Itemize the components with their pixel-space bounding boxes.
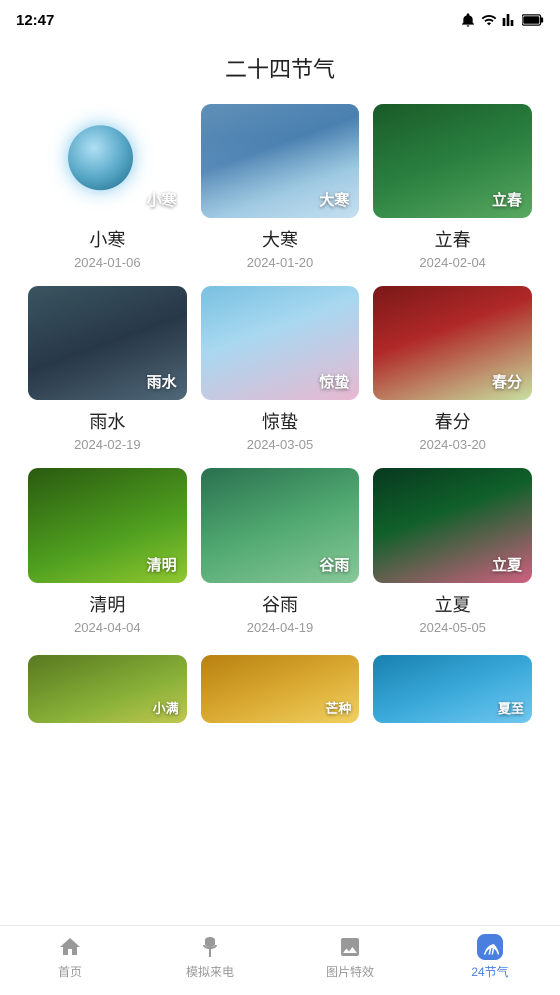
effects-icon	[337, 934, 363, 960]
partial-label-小满: 小满	[153, 698, 179, 717]
bottom-nav: 首页 模拟来电 图片特效 24节气	[0, 925, 560, 995]
card-label-大寒: 大寒	[319, 189, 349, 210]
main-grid: 小寒 小寒 2024-01-06 大寒 大寒 2024-01-20 立春 立春 …	[0, 104, 560, 655]
grid-item-立春[interactable]: 立春 立春 2024-02-04	[373, 104, 532, 270]
item-name-惊蛰: 惊蛰	[262, 408, 298, 434]
item-date-大寒: 2024-01-20	[247, 255, 314, 270]
card-image-谷雨[interactable]: 谷雨	[201, 468, 360, 582]
grid-item-谷雨[interactable]: 谷雨 谷雨 2024-04-19	[201, 468, 360, 634]
home-icon	[57, 934, 83, 960]
card-image-清明[interactable]: 清明	[28, 468, 187, 582]
grid-item-雨水[interactable]: 雨水 雨水 2024-02-19	[28, 286, 187, 452]
card-label-谷雨: 谷雨	[319, 554, 349, 575]
grid-item-清明[interactable]: 清明 清明 2024-04-04	[28, 468, 187, 634]
page-title: 二十四节气	[0, 36, 560, 104]
card-label-立春: 立春	[492, 189, 522, 210]
jieqi-icon	[477, 934, 503, 960]
partial-label-芒种: 芒种	[325, 698, 351, 717]
item-date-清明: 2024-04-04	[74, 620, 141, 635]
partial-item-夏至[interactable]: 夏至	[373, 655, 532, 723]
item-date-小寒: 2024-01-06	[74, 255, 141, 270]
partial-row: 小满 芒种 夏至	[0, 655, 560, 723]
partial-image-夏至[interactable]: 夏至	[373, 655, 532, 723]
card-image-小寒[interactable]: 小寒	[28, 104, 187, 218]
partial-item-小满[interactable]: 小满	[28, 655, 187, 723]
card-image-惊蛰[interactable]: 惊蛰	[201, 286, 360, 400]
item-name-立春: 立春	[435, 226, 471, 252]
card-image-大寒[interactable]: 大寒	[201, 104, 360, 218]
signal-icon	[502, 12, 518, 28]
item-name-雨水: 雨水	[89, 408, 125, 434]
card-image-雨水[interactable]: 雨水	[28, 286, 187, 400]
nav-home[interactable]: 首页	[0, 934, 140, 980]
nav-jieqi-label: 24节气	[471, 963, 508, 980]
item-date-谷雨: 2024-04-19	[247, 620, 314, 635]
card-image-立夏[interactable]: 立夏	[373, 468, 532, 582]
card-label-立夏: 立夏	[492, 554, 522, 575]
nav-effects[interactable]: 图片特效	[280, 934, 420, 980]
card-label-春分: 春分	[492, 371, 522, 392]
nav-simulate[interactable]: 模拟来电	[140, 934, 280, 980]
item-date-雨水: 2024-02-19	[74, 437, 141, 452]
item-date-立春: 2024-02-04	[419, 255, 486, 270]
status-bar: 12:47	[0, 0, 560, 36]
nav-simulate-label: 模拟来电	[186, 963, 234, 980]
wifi-icon	[480, 12, 498, 28]
grid-item-立夏[interactable]: 立夏 立夏 2024-05-05	[373, 468, 532, 634]
card-label-惊蛰: 惊蛰	[319, 371, 349, 392]
nav-home-label: 首页	[58, 963, 82, 980]
card-image-春分[interactable]: 春分	[373, 286, 532, 400]
partial-label-夏至: 夏至	[498, 698, 524, 717]
grid-item-小寒[interactable]: 小寒 小寒 2024-01-06	[28, 104, 187, 270]
item-name-春分: 春分	[435, 408, 471, 434]
item-date-春分: 2024-03-20	[419, 437, 486, 452]
notification-icon	[460, 12, 476, 28]
partial-item-芒种[interactable]: 芒种	[201, 655, 360, 723]
item-name-立夏: 立夏	[435, 591, 471, 617]
card-label-清明: 清明	[147, 554, 177, 575]
battery-icon	[522, 13, 544, 27]
grid-item-大寒[interactable]: 大寒 大寒 2024-01-20	[201, 104, 360, 270]
nav-jieqi[interactable]: 24节气	[420, 934, 560, 980]
card-label-雨水: 雨水	[147, 371, 177, 392]
item-name-大寒: 大寒	[262, 226, 298, 252]
card-image-立春[interactable]: 立春	[373, 104, 532, 218]
item-name-谷雨: 谷雨	[262, 591, 298, 617]
status-icons	[460, 12, 544, 28]
partial-image-芒种[interactable]: 芒种	[201, 655, 360, 723]
grid-item-惊蛰[interactable]: 惊蛰 惊蛰 2024-03-05	[201, 286, 360, 452]
item-name-清明: 清明	[89, 591, 125, 617]
simulate-icon	[197, 934, 223, 960]
partial-image-小满[interactable]: 小满	[28, 655, 187, 723]
item-name-小寒: 小寒	[89, 226, 125, 252]
grid-item-春分[interactable]: 春分 春分 2024-03-20	[373, 286, 532, 452]
nav-effects-label: 图片特效	[326, 963, 374, 980]
card-label-小寒: 小寒	[147, 189, 177, 210]
status-time: 12:47	[16, 12, 54, 29]
item-date-惊蛰: 2024-03-05	[247, 437, 314, 452]
item-date-立夏: 2024-05-05	[419, 620, 486, 635]
